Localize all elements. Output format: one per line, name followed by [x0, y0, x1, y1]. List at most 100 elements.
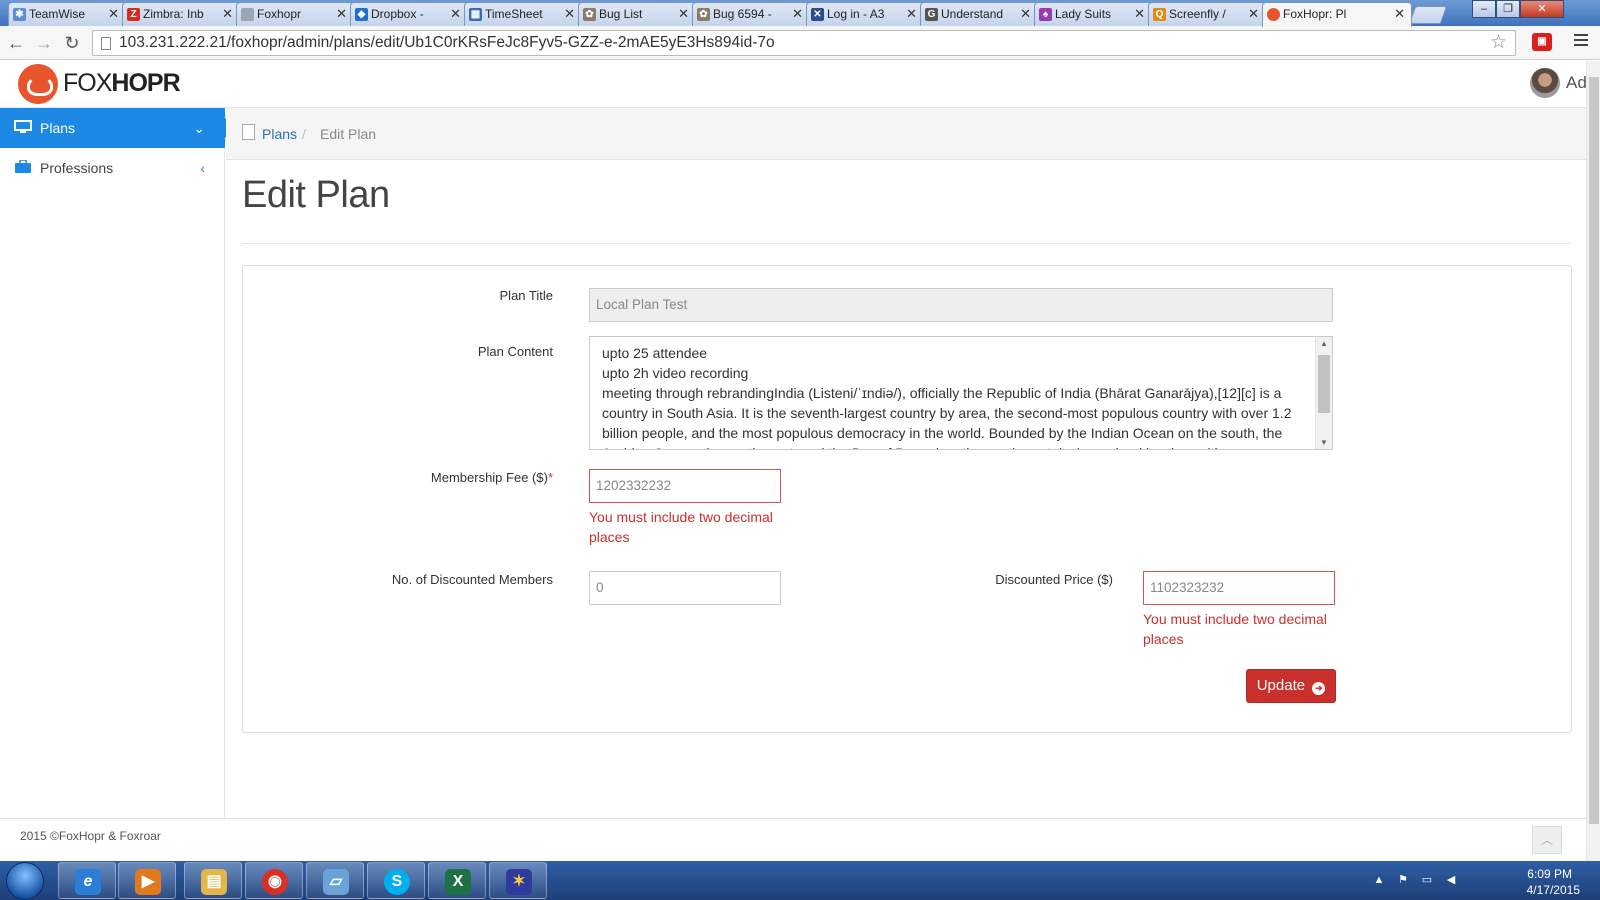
tab-teamwise[interactable]: ✱ TeamWise ✕	[8, 2, 126, 26]
close-tab-icon[interactable]: ✕	[108, 3, 119, 25]
scrollbar-thumb[interactable]	[1318, 355, 1330, 413]
screenfly-icon: Q	[1153, 8, 1166, 21]
taskbar-app-excel[interactable]: X	[428, 862, 486, 899]
tab-screenfly[interactable]: Q Screenfly / ✕	[1148, 2, 1266, 26]
new-tab-button[interactable]	[1408, 6, 1448, 24]
tab-foxhopr-plans[interactable]: FoxHopr: Pl ✕	[1262, 2, 1412, 27]
file-icon	[242, 124, 255, 140]
tab-bug-6594[interactable]: ✿ Bug 6594 - ✕	[692, 2, 810, 26]
close-tab-icon[interactable]: ✕	[1134, 3, 1145, 25]
notepad-icon: ▱	[323, 869, 349, 895]
teamwise-icon: ✱	[13, 8, 26, 21]
scroll-down-icon[interactable]: ▼	[1316, 438, 1332, 447]
footer: 2015 ©FoxHopr & Foxroar ︿	[0, 818, 1586, 861]
internet-explorer-icon: e	[75, 869, 101, 895]
forward-button[interactable]: →	[34, 33, 54, 53]
scroll-up-icon[interactable]: ▲	[1316, 339, 1332, 348]
network-icon[interactable]: ▭	[1420, 874, 1434, 886]
taskbar-app-paint[interactable]: ✶	[489, 862, 547, 899]
file-explorer-icon: ▤	[201, 869, 227, 895]
close-window-button[interactable]: ✕	[1520, 0, 1564, 18]
taskbar-app-media-player[interactable]: ▶	[118, 862, 176, 899]
scrollbar-thumb[interactable]	[1589, 77, 1599, 824]
close-tab-icon[interactable]: ✕	[678, 3, 689, 25]
membership-fee-label: Membership Fee ($)*	[430, 470, 553, 485]
browser-tab-strip: ✱ TeamWise ✕ Z Zimbra: Inb ✕ Foxhopr ✕ ◆…	[0, 0, 1600, 27]
back-button[interactable]: ←	[6, 33, 26, 53]
taskbar-app-file-explorer[interactable]: ▤	[184, 862, 242, 899]
reload-button[interactable]: ↻	[62, 33, 82, 53]
restore-window-button[interactable]: ❐	[1496, 0, 1520, 18]
taskbar-app-notepad[interactable]: ▱	[306, 862, 364, 899]
close-tab-icon[interactable]: ✕	[1394, 3, 1405, 25]
tab-foxhopr[interactable]: Foxhopr ✕	[236, 2, 354, 26]
close-tab-icon[interactable]: ✕	[906, 3, 917, 25]
minimize-window-button[interactable]: –	[1472, 0, 1496, 18]
membership-fee-field[interactable]: 1202332232	[589, 469, 781, 503]
update-button[interactable]: Update ➜	[1246, 669, 1336, 703]
tab-bug-list[interactable]: ✿ Bug List ✕	[578, 2, 696, 26]
foxhopr-logo-icon[interactable]	[18, 64, 58, 104]
taskbar-app-chrome[interactable]: ◉	[245, 862, 303, 899]
close-tab-icon[interactable]: ✕	[564, 3, 575, 25]
sidebar-item-plans[interactable]: Plans ⌄	[0, 108, 235, 148]
sidebar: Plans ⌄ Professions ‹	[0, 108, 235, 818]
volume-muted-icon[interactable]: ◀	[1444, 874, 1458, 886]
system-tray: ▲ ⚑ ▭ ◀ 6:09 PM 4/17/2015	[1372, 861, 1592, 900]
close-tab-icon[interactable]: ✕	[1020, 3, 1031, 25]
foxhopr-logo-text[interactable]: FOXHOPR	[63, 69, 181, 98]
avatar	[1530, 68, 1560, 98]
divider	[242, 243, 1571, 244]
taskbar-app-internet-explorer[interactable]: e	[58, 862, 116, 899]
extension-icon[interactable]: ▣	[1532, 33, 1552, 51]
show-hidden-icons-icon[interactable]: ▲	[1372, 874, 1386, 886]
plan-content-textarea[interactable]: upto 25 attendee upto 2h video recording…	[589, 336, 1333, 450]
page-icon	[241, 8, 254, 21]
scroll-to-top-button[interactable]: ︿	[1532, 826, 1562, 854]
plan-title-field[interactable]: Local Plan Test	[589, 288, 1333, 322]
tab-understand[interactable]: G Understand ✕	[920, 2, 1038, 26]
discounted-members-label: No. of Discounted Members	[391, 572, 553, 587]
browser-toolbar: ← → ↻ 103.231.222.21/foxhopr/admin/plans…	[0, 26, 1600, 60]
clock-date[interactable]: 4/17/2015	[1527, 883, 1580, 897]
timesheet-icon: ▦	[469, 8, 482, 21]
close-tab-icon[interactable]: ✕	[336, 3, 347, 25]
foxhopr-icon	[1267, 8, 1280, 21]
discounted-members-field[interactable]: 0	[589, 571, 781, 605]
page-scrollbar[interactable]	[1586, 61, 1600, 861]
understand-icon: G	[925, 8, 938, 21]
textarea-scrollbar[interactable]: ▲ ▼	[1315, 337, 1332, 449]
paint-app-icon: ✶	[506, 869, 532, 895]
required-asterisk: *	[547, 470, 553, 485]
tab-zimbra[interactable]: Z Zimbra: Inb ✕	[122, 2, 240, 26]
close-tab-icon[interactable]: ✕	[450, 3, 461, 25]
close-tab-icon[interactable]: ✕	[1248, 3, 1259, 25]
taskbar-app-skype[interactable]: S	[367, 862, 425, 899]
bookmark-star-icon[interactable]: ☆	[1490, 33, 1507, 53]
edit-plan-form: Plan Title Local Plan Test Plan Content …	[242, 265, 1572, 733]
address-bar[interactable]: 103.231.222.21/foxhopr/admin/plans/edit/…	[92, 30, 1516, 56]
skype-icon: S	[384, 869, 410, 895]
action-center-flag-icon[interactable]: ⚑	[1396, 874, 1410, 886]
breadcrumb-link-plans[interactable]: Plans	[262, 126, 297, 142]
tab-lady-suits[interactable]: ♠ Lady Suits ✕	[1034, 2, 1152, 26]
sidebar-item-professions[interactable]: Professions ‹	[0, 148, 225, 188]
ladysuits-icon: ♠	[1039, 8, 1052, 21]
url-text[interactable]: 103.231.222.21/foxhopr/admin/plans/edit/…	[119, 34, 775, 52]
close-tab-icon[interactable]: ✕	[222, 3, 233, 25]
windows-start-button[interactable]	[6, 862, 44, 900]
bug-icon: ✿	[697, 8, 710, 21]
sidebar-item-label: Professions	[40, 160, 114, 176]
discounted-price-error: You must include two decimal places	[1143, 611, 1327, 647]
discounted-price-field[interactable]: 1102323232	[1143, 571, 1335, 605]
tab-timesheet[interactable]: ▦ TimeSheet ✕	[464, 2, 582, 26]
plan-content-text: upto 25 attendee upto 2h video recording…	[602, 345, 1292, 449]
browser-menu-icon[interactable]	[1574, 34, 1588, 48]
app-header: FOXHOPR Admin ⌄	[0, 61, 1600, 108]
windows-taskbar: e ▶ ▤ ◉ ▱ S X ✶ ▲ ⚑ ▭ ◀ 6:09 PM 4/17/201…	[0, 861, 1600, 900]
close-tab-icon[interactable]: ✕	[792, 3, 803, 25]
clock-time[interactable]: 6:09 PM	[1527, 867, 1572, 881]
tab-dropbox[interactable]: ◆ Dropbox - ✕	[350, 2, 468, 26]
media-player-icon: ▶	[135, 869, 161, 895]
tab-log-in[interactable]: ✕ Log in - A3 ✕	[806, 2, 924, 26]
